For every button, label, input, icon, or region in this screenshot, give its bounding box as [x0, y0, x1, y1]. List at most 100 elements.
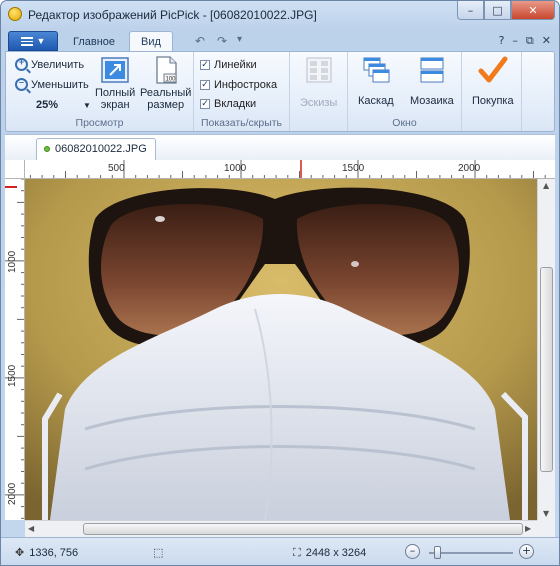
maximize-button[interactable]: □: [484, 1, 511, 20]
selection-icon: ⬚: [153, 546, 164, 559]
status-bar: ✥ 1336, 756 ⬚ ⛶ 2448 x 3264 – +: [1, 537, 559, 565]
scroll-right-icon[interactable]: ▶: [525, 524, 531, 533]
zoom-out-button[interactable]: – Уменьшить: [15, 77, 89, 91]
group-window-label: Окно: [392, 117, 417, 129]
picpick-window: Редактор изображений PicPick - [06082010…: [0, 0, 560, 566]
fullscreen-icon: [101, 57, 129, 83]
ruler-label-v1000: 1000: [7, 250, 18, 273]
fullscreen-label-2: экран: [100, 99, 130, 111]
checkmark-icon: [478, 56, 508, 83]
scroll-corner: [537, 520, 555, 537]
tile-label: Мозаика: [410, 95, 454, 107]
title-bar: Редактор изображений PicPick - [06082010…: [1, 1, 559, 29]
tab-home[interactable]: Главное: [63, 34, 125, 52]
tab-view[interactable]: Вид: [129, 31, 173, 52]
zoom-out-icon: –: [15, 77, 28, 91]
cascade-button[interactable]: Каскад: [358, 55, 394, 107]
document-tab-label: 06082010022.JPG: [55, 143, 147, 155]
close-button[interactable]: ✕: [511, 1, 555, 20]
zoom-level-select[interactable]: 25% ▼: [36, 99, 91, 111]
document-window-controls: ? – ⧉ ✕: [499, 34, 551, 48]
zoom-in-icon[interactable]: +: [519, 544, 534, 559]
scroll-down-icon[interactable]: ▼: [543, 509, 549, 518]
fullscreen-label-1: Полный: [95, 87, 136, 99]
application-menu-button[interactable]: ▼: [8, 31, 58, 51]
help-icon[interactable]: ?: [499, 34, 505, 48]
vertical-ruler-ticks: [5, 179, 24, 519]
menu-icon: [20, 36, 33, 46]
window-title: Редактор изображений PicPick - [06082010…: [28, 8, 317, 22]
chevron-down-icon: ▼: [83, 100, 91, 110]
horizontal-ruler: 500 1000 1500 2000: [5, 160, 555, 179]
group-show-hide-label: Показать/скрыть: [200, 117, 283, 129]
doc-close-icon[interactable]: ✕: [542, 34, 551, 48]
group-window: Каскад Мозаика Окно: [348, 52, 462, 131]
doc-minimize-icon[interactable]: –: [512, 34, 518, 48]
zoom-slider[interactable]: [429, 546, 513, 559]
scroll-up-icon[interactable]: ▲: [543, 181, 549, 190]
vertical-scrollbar[interactable]: ▲ ▼: [537, 179, 555, 520]
svg-text:100: 100: [165, 77, 176, 83]
ruler-label-2000: 2000: [458, 163, 481, 174]
check-icon: ✓: [200, 99, 210, 109]
thumbnails-label: Эскизы: [300, 97, 338, 109]
image-canvas[interactable]: [25, 179, 537, 520]
undo-icon[interactable]: ↶: [195, 34, 205, 48]
tile-icon: [420, 57, 444, 83]
document-tab-strip: 06082010022.JPG: [5, 134, 555, 160]
ruler-label-v1500: 1500: [7, 364, 18, 387]
zoom-in-label: Увеличить: [31, 58, 85, 71]
minimize-button[interactable]: –: [457, 1, 484, 20]
document-tab[interactable]: 06082010022.JPG: [36, 138, 156, 160]
rulers-checkbox[interactable]: ✓ Линейки: [200, 59, 257, 71]
zoom-out-label: Уменьшить: [31, 78, 89, 91]
tile-button[interactable]: Мозаика: [410, 55, 454, 107]
actual-size-label-2: размер: [147, 99, 185, 111]
zoom-slider-handle[interactable]: [433, 546, 441, 559]
ribbon-tab-row: ▼ Главное Вид ↶ ↷ ▾ ? – ⧉ ✕: [1, 29, 559, 52]
actual-size-label-1: Реальный: [140, 87, 192, 99]
actual-size-icon: 100: [156, 56, 177, 84]
vertical-scroll-thumb[interactable]: [540, 267, 553, 472]
group-view: + Увеличить – Уменьшить 25% ▼ Полный экр…: [6, 52, 194, 131]
zoom-level-value: 25%: [36, 99, 59, 111]
horizontal-scroll-thumb[interactable]: [83, 523, 523, 535]
vertical-ruler-marker: [5, 186, 17, 188]
cursor-position-value: 1336, 756: [29, 546, 79, 559]
zoom-in-icon: +: [15, 57, 28, 71]
vertical-ruler: 1000 1500 2000: [5, 179, 25, 520]
crop-size-icon: ⛶: [293, 546, 301, 559]
thumbnails-icon: [306, 57, 332, 83]
tabs-label: Вкладки: [214, 98, 257, 110]
group-show-hide: ✓ Линейки ✓ Инфострока ✓ Вкладки Показат…: [194, 52, 290, 131]
infobar-checkbox[interactable]: ✓ Инфострока: [200, 79, 277, 91]
scroll-left-icon[interactable]: ◀: [28, 524, 34, 533]
zoom-in-button[interactable]: + Увеличить: [15, 57, 85, 71]
ruler-label-1500: 1500: [342, 163, 365, 174]
crosshair-icon: ✥: [15, 546, 25, 559]
document-status-icon: [44, 146, 50, 152]
horizontal-scrollbar[interactable]: ◀ ▶: [25, 520, 537, 537]
buy-button[interactable]: Покупка: [472, 55, 514, 107]
group-buy: Покупка: [462, 52, 522, 131]
redo-icon[interactable]: ↷: [217, 34, 227, 48]
ruler-corner: [5, 160, 25, 179]
tabs-checkbox[interactable]: ✓ Вкладки: [200, 98, 256, 110]
group-view-label: Просмотр: [75, 117, 124, 129]
caption-buttons: – □ ✕: [457, 1, 555, 20]
fullscreen-button[interactable]: Полный экран: [95, 55, 135, 111]
buy-label: Покупка: [472, 95, 514, 107]
rulers-label: Линейки: [214, 59, 257, 71]
actual-size-button[interactable]: 100 Реальный размер: [140, 55, 191, 111]
infobar-label: Инфострока: [214, 79, 278, 91]
selection-size: ⬚: [153, 546, 163, 559]
picpick-app-icon[interactable]: [8, 7, 22, 21]
zoom-out-icon[interactable]: –: [405, 544, 420, 559]
cascade-icon: [363, 57, 390, 83]
cascade-label: Каскад: [358, 95, 394, 107]
quick-access-dropdown[interactable]: ▾: [237, 34, 242, 45]
doc-restore-icon[interactable]: ⧉: [526, 34, 534, 48]
ribbon-panel: + Увеличить – Уменьшить 25% ▼ Полный экр…: [5, 51, 555, 132]
chevron-down-icon: ▼: [36, 36, 46, 46]
thumbnails-button[interactable]: Эскизы: [300, 55, 337, 109]
